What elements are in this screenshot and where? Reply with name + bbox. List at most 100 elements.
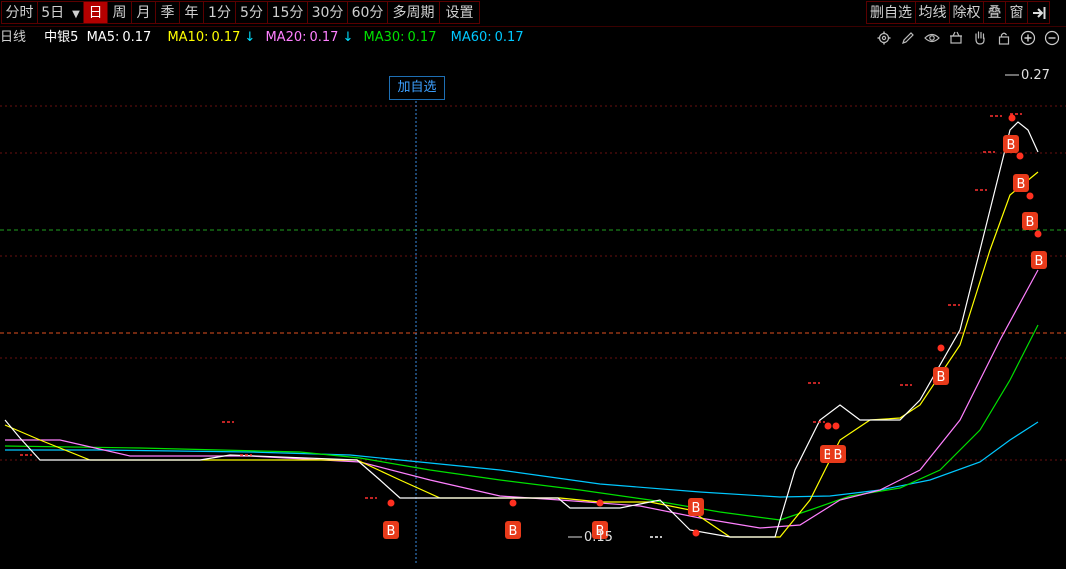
- settings-icon[interactable]: [874, 28, 894, 48]
- signal-dot: [692, 529, 700, 537]
- right-tool-0[interactable]: 删自选: [866, 1, 916, 24]
- signal-dot: [1034, 230, 1042, 238]
- period-tab-8[interactable]: 5分: [236, 1, 268, 24]
- ma5-label: MA5:: [86, 30, 120, 45]
- period-tab-label: 设置: [445, 5, 474, 21]
- ma20-value: 0.17: [309, 30, 339, 45]
- chart-tool-icons: [874, 28, 1062, 48]
- min-price-label: 0.15: [584, 530, 613, 545]
- period-tab-2[interactable]: 日: [84, 1, 108, 24]
- period-tab-1[interactable]: 5日 ▼: [38, 1, 84, 24]
- period-tab-label: 30分: [311, 5, 344, 21]
- pen-icon[interactable]: [898, 28, 918, 48]
- buy-signal-label: B: [1026, 215, 1035, 230]
- ma5-line: [4, 121, 1039, 538]
- period-tab-label: 日: [88, 5, 103, 21]
- right-tool-2[interactable]: 除权: [950, 1, 984, 24]
- period-label: 日线: [0, 30, 27, 45]
- signal-dot: [387, 499, 395, 507]
- zoom-out-icon[interactable]: [1042, 28, 1062, 48]
- buy-signal-marker[interactable]: B: [1003, 135, 1019, 153]
- buy-signal-marker[interactable]: B: [505, 521, 521, 539]
- signal-dot: [596, 499, 604, 507]
- period-tab-label: 多周期: [392, 5, 435, 21]
- stock-name: 中银5: [44, 30, 79, 45]
- buy-signal-marker[interactable]: B: [383, 521, 399, 539]
- signal-dot: [1016, 152, 1024, 160]
- buy-signal-label: B: [387, 524, 396, 539]
- period-tab-4[interactable]: 月: [132, 1, 156, 24]
- ma10-readout: MA10: 0.17 ↓: [167, 30, 255, 45]
- ma-info-bar: 日线 中银5 MA5: 0.17 MA10: 0.17 ↓ MA20: 0.17 ↓ MA…: [0, 28, 532, 48]
- signal-dot: [1008, 114, 1016, 122]
- buy-signal-label: B: [1017, 177, 1026, 192]
- zoom-in-icon[interactable]: [1018, 28, 1038, 48]
- buy-signal-label: B: [692, 501, 701, 516]
- signal-dot: [1026, 192, 1034, 200]
- period-tab-label: 15分: [271, 5, 304, 21]
- period-tab-9[interactable]: 15分: [268, 1, 308, 24]
- right-tool-label: 删自选: [870, 5, 912, 21]
- right-tool-label: 均线: [918, 5, 947, 21]
- signal-dot: [832, 422, 840, 430]
- right-tool-label: 除权: [952, 5, 981, 21]
- buy-signal-label: B: [509, 524, 518, 539]
- ma30-label: MA30:: [363, 30, 405, 45]
- right-tool-1[interactable]: 均线: [916, 1, 950, 24]
- buy-signal-label: B: [834, 448, 843, 463]
- ma10-value: 0.17: [211, 30, 241, 45]
- eye-icon[interactable]: [922, 28, 942, 48]
- ma20-label: MA20:: [265, 30, 307, 45]
- period-tab-6[interactable]: 年: [180, 1, 204, 24]
- buy-signal-label: B: [1007, 138, 1016, 153]
- buy-signal-label: B: [1035, 254, 1044, 269]
- buy-signal-marker[interactable]: B: [1013, 174, 1029, 192]
- ma30-line: [4, 324, 1039, 521]
- ma20-readout: MA20: 0.17 ↓: [265, 30, 353, 45]
- basket-icon[interactable]: [946, 28, 966, 48]
- right-tool-4[interactable]: 窗: [1006, 1, 1028, 24]
- lock-icon[interactable]: [994, 28, 1014, 48]
- period-tab-label: 月: [136, 5, 151, 21]
- buy-signal-marker[interactable]: B: [933, 367, 949, 385]
- period-tab-label: 年: [184, 5, 199, 21]
- period-tab-0[interactable]: 分时: [1, 1, 38, 24]
- buy-signal-marker[interactable]: B: [688, 498, 704, 516]
- right-tool-label: 窗: [1009, 5, 1024, 21]
- signal-dot: [509, 499, 517, 507]
- ma60-readout: MA60: 0.17: [451, 30, 528, 45]
- buy-signal-marker[interactable]: B: [830, 445, 846, 463]
- buy-signal-marker[interactable]: B: [1022, 212, 1038, 230]
- exit-arrow-icon[interactable]: [1028, 1, 1050, 24]
- chart-canvas[interactable]: B B BBB BBBBBB0.270.15: [0, 48, 1066, 565]
- period-tab-7[interactable]: 1分: [204, 1, 236, 24]
- hand-icon[interactable]: [970, 28, 990, 48]
- period-tab-label: 分时: [5, 5, 34, 21]
- ma30-value: 0.17: [407, 30, 437, 45]
- buy-signal-label: B: [937, 370, 946, 385]
- kline-chart[interactable]: B B B B B B B B B B B 0.27 0.15: [0, 48, 1066, 565]
- ma20-down-arrow-icon: ↓: [342, 30, 354, 45]
- signal-dot: [937, 344, 945, 352]
- right-tool-label: 叠: [987, 5, 1002, 21]
- period-tab-13[interactable]: 设置: [440, 1, 480, 24]
- ma30-readout: MA30: 0.17: [364, 30, 441, 45]
- signal-dot: [824, 422, 832, 430]
- period-tab-label: 60分: [351, 5, 384, 21]
- period-toolbar: 分时 5日 ▼ 日周月季年 1分 5分 15分 30分 60分 多周期 设置 删自选 均线 除权叠窗: [0, 0, 1066, 27]
- period-tab-11[interactable]: 60分: [348, 1, 388, 24]
- dropdown-arrow-icon: ▼: [72, 9, 80, 20]
- period-tab-3[interactable]: 周: [108, 1, 132, 24]
- buy-signal-marker[interactable]: B: [1031, 251, 1047, 269]
- period-tab-label: 周: [112, 5, 127, 21]
- add-to-watchlist-button[interactable]: 加自选: [389, 76, 445, 100]
- period-tab-label: 5日: [41, 5, 65, 21]
- period-tab-5[interactable]: 季: [156, 1, 180, 24]
- ma5-readout: MA5: 0.17: [87, 30, 156, 45]
- period-tab-12[interactable]: 多周期: [388, 1, 440, 24]
- ma5-value: 0.17: [122, 30, 152, 45]
- right-tool-3[interactable]: 叠: [984, 1, 1006, 24]
- period-tab-label: 1分: [208, 5, 231, 21]
- period-tab-10[interactable]: 30分: [308, 1, 348, 24]
- ma60-value: 0.17: [494, 30, 524, 45]
